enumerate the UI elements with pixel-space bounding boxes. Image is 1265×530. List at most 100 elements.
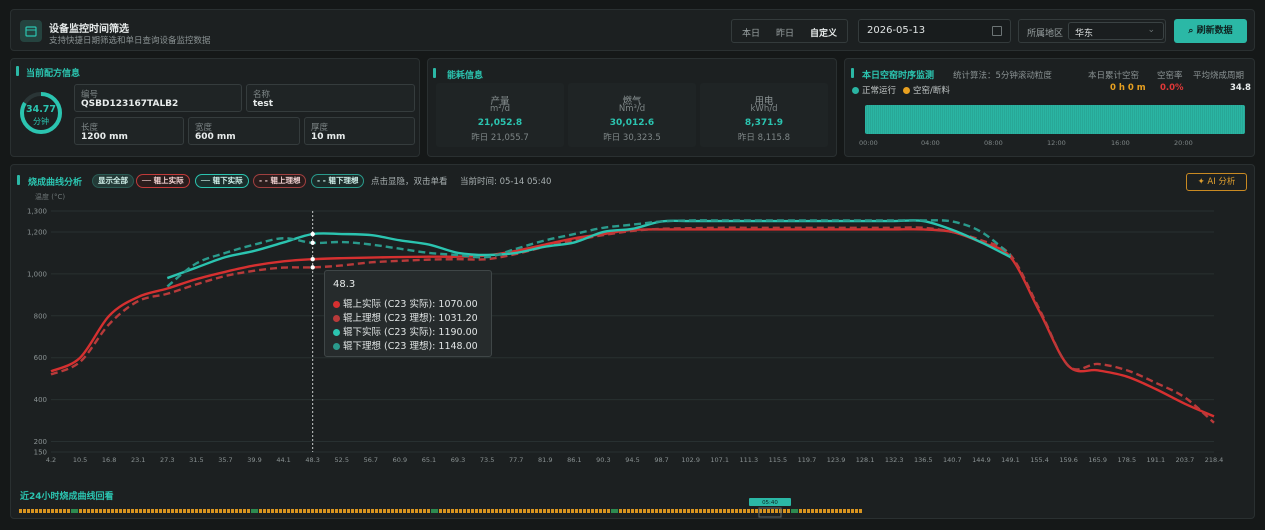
- toggle-top-actual-label: 辊上实际: [153, 176, 184, 185]
- energy-gas: 燃气 Nm³/d 30,012.6 昨日 30,323.5: [568, 83, 696, 147]
- x-tick-label: 119.7: [798, 456, 817, 464]
- field-code-value: QSBD123167TALB2: [81, 99, 179, 109]
- cursor-point: [310, 240, 315, 246]
- x-tick-label: 115.5: [769, 456, 788, 464]
- dashed-line-icon: - -: [317, 176, 329, 185]
- y-tick-label: 600: [34, 354, 47, 362]
- search-icon: ⌕: [1188, 26, 1197, 36]
- cursor-point: [310, 257, 315, 262]
- date-value: 2026-05-13: [867, 25, 926, 36]
- x-tick-label: 94.5: [625, 456, 639, 464]
- toggle-bottom-ideal-label: 辊下理想: [328, 176, 359, 185]
- energy-title: 能耗信息: [447, 71, 484, 81]
- x-tick-label: 107.1: [710, 456, 729, 464]
- tooltip-row: 辊上理想 (C23 理想): 1031.20: [333, 310, 478, 324]
- tab-yesterday[interactable]: 昨日: [776, 26, 794, 39]
- cursor-point: [310, 265, 315, 270]
- x-tick-label: 65.1: [422, 456, 436, 464]
- dashed-line-icon: - -: [259, 176, 271, 185]
- energy-output-value: 21,052.8: [477, 118, 523, 128]
- region-value: 华东: [1075, 29, 1094, 39]
- history-title: 近24小时烧成曲线回看: [20, 492, 114, 502]
- tooltip-row: 辊下实际 (C23 实际): 1190.00: [333, 324, 478, 338]
- idle-tick: 00:00: [859, 139, 878, 147]
- solid-line-icon: ──: [142, 176, 154, 185]
- calendar-icon: [20, 20, 42, 42]
- y-tick-label: 1,000: [27, 270, 47, 278]
- idle-title: 本日空窑时序监测: [862, 71, 935, 81]
- x-tick-label: 132.3: [885, 456, 904, 464]
- field-length: 长度 1200 mm: [74, 117, 184, 145]
- x-tick-label: 56.7: [364, 456, 378, 464]
- energy-power-yesterday: 昨日 8,115.8: [737, 133, 791, 143]
- history-marker-label: 05:40: [762, 500, 778, 506]
- idle-tick: 04:00: [921, 139, 940, 147]
- firing-curve-chart: 1502004006008001,0001,2001,3004.2 10.5 16.…: [19, 208, 1224, 518]
- field-length-value: 1200 mm: [81, 132, 128, 142]
- region-select[interactable]: 华东 ⌄: [1068, 22, 1164, 40]
- x-tick-label: 136.5: [914, 456, 933, 464]
- y-tick-label: 800: [34, 312, 47, 320]
- chevron-down-icon: ⌄: [1147, 25, 1155, 35]
- energy-gas-value: 30,012.6: [609, 118, 655, 128]
- toggle-top-ideal-label: 辊上理想: [270, 176, 301, 185]
- history-segment: [251, 509, 258, 513]
- x-tick-label: 86.1: [567, 456, 581, 464]
- x-tick-label: 16.8: [102, 456, 116, 464]
- x-tick-label: 159.6: [1059, 456, 1078, 464]
- header-subtitle: 支持快捷日期筛选和单日查询设备监控数据: [49, 36, 211, 46]
- toggle-bottom-ideal-button[interactable]: - - 辊下理想: [311, 174, 365, 188]
- tooltip-row-text: 辊下理想 (C23 理想): 1148.00: [343, 341, 478, 352]
- x-tick-label: 144.9: [972, 456, 991, 464]
- refresh-button[interactable]: ⌕ 刷新数据: [1174, 19, 1247, 43]
- x-tick-label: 69.3: [451, 456, 465, 464]
- idle-dot-icon: [903, 87, 910, 94]
- x-tick-label: 81.9: [538, 456, 552, 464]
- cursor-point: [310, 231, 315, 237]
- idle-tick: 20:00: [1174, 139, 1193, 147]
- title-accent: [851, 68, 854, 78]
- x-tick-label: 155.4: [1030, 456, 1049, 464]
- x-tick-label: 140.7: [943, 456, 962, 464]
- series-dot-icon: [333, 315, 340, 322]
- tooltip-row: 辊下理想 (C23 理想): 1148.00: [333, 338, 478, 352]
- tooltip-title: 48.3: [333, 279, 356, 290]
- field-code: 编号 QSBD123167TALB2: [74, 84, 242, 112]
- region-label: 所属地区: [1027, 29, 1064, 39]
- y-tick-label: 400: [34, 396, 47, 404]
- ai-analysis-button[interactable]: ✦ AI 分析: [1186, 173, 1247, 191]
- cycle-unit: 分钟: [33, 117, 49, 126]
- legend-idle: 空窑/断料: [903, 84, 950, 96]
- date-picker[interactable]: 2026-05-13: [858, 19, 1011, 43]
- legend-running-label: 正常运行: [862, 86, 897, 96]
- tab-today[interactable]: 本日: [742, 26, 760, 39]
- energy-output-yesterday: 昨日 21,055.7: [471, 133, 529, 143]
- x-tick-label: 39.9: [247, 456, 261, 464]
- field-name: 名称 test: [246, 84, 415, 112]
- x-tick-label: 44.1: [276, 456, 290, 464]
- toggle-top-actual-button[interactable]: ── 辊上实际: [136, 174, 190, 188]
- toggle-top-ideal-button[interactable]: - - 辊上理想: [253, 174, 307, 188]
- x-tick-label: 73.5: [480, 456, 494, 464]
- idle-monitor-panel: 本日空窑时序监测 统计算法：5分钟滚动粒度 正常运行 空窑/断料 本日累计空窑 …: [844, 58, 1255, 157]
- field-thickness-value: 10 mm: [311, 132, 346, 142]
- stat-idle-rate-label: 空窑率: [1157, 71, 1183, 81]
- x-tick-label: 165.9: [1088, 456, 1107, 464]
- field-thickness: 厚度 10 mm: [304, 117, 415, 145]
- energy-output: 产量 m²/d 21,052.8 昨日 21,055.7: [436, 83, 564, 147]
- tab-custom[interactable]: 自定义: [810, 26, 837, 39]
- y-tick-label: 1,300: [27, 208, 47, 216]
- stat-idle-total-label: 本日累计空窑: [1088, 71, 1140, 81]
- show-all-button[interactable]: 显示全部: [92, 174, 134, 188]
- x-tick-label: 23.1: [131, 456, 145, 464]
- cycle-value: 34.77: [25, 104, 57, 115]
- history-segment: [431, 509, 438, 513]
- curve-title: 烧成曲线分析: [28, 178, 83, 188]
- idle-tick: 16:00: [1111, 139, 1130, 147]
- x-tick-label: 218.4: [1205, 456, 1224, 464]
- refresh-label: 刷新数据: [1196, 26, 1233, 36]
- toggle-bottom-actual-button[interactable]: ── 辊下实际: [195, 174, 249, 188]
- current-time: 当前时间: 05-14 05:40: [460, 177, 552, 187]
- tooltip-row-text: 辊下实际 (C23 实际): 1190.00: [343, 327, 478, 338]
- series-dot-icon: [333, 329, 340, 336]
